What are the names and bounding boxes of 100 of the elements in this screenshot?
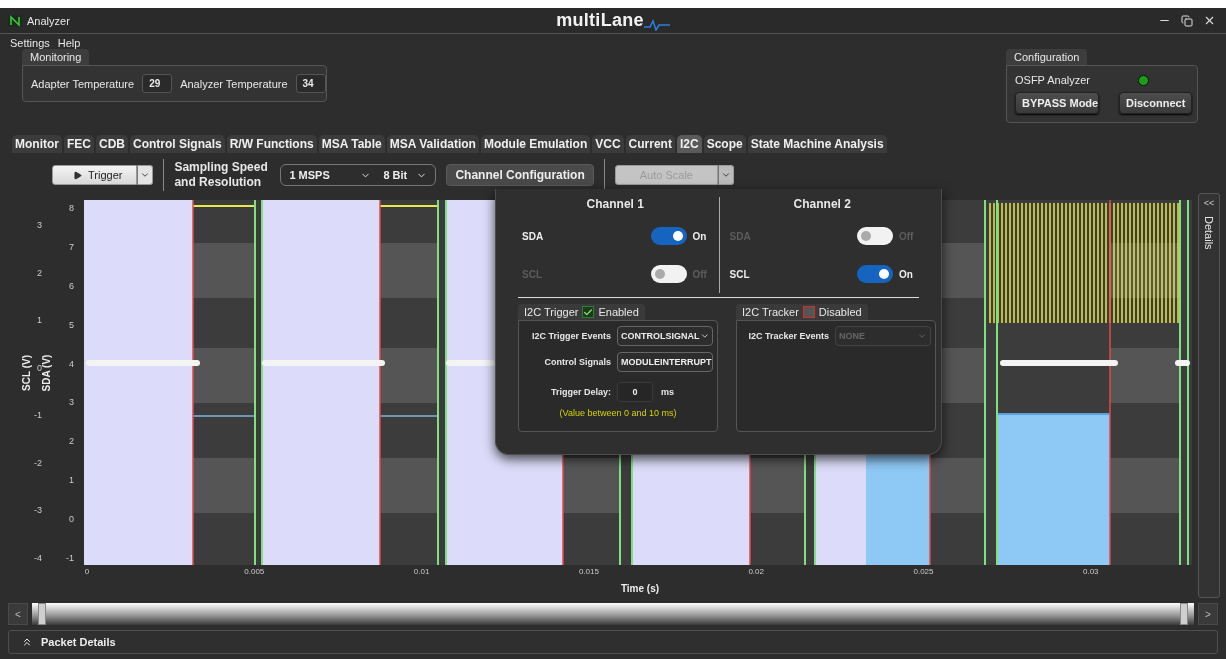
trigger-button[interactable]: Trigger (52, 165, 138, 185)
axis-title: SCL (V) (21, 355, 32, 391)
tab[interactable]: State Machine Analysis (747, 135, 887, 153)
group-title: I2C Tracker (742, 306, 799, 318)
signal-label: SCL (729, 268, 750, 280)
axis-tick-label: 1 (37, 315, 42, 326)
restore-button[interactable] (1179, 12, 1195, 29)
caret-icon (720, 170, 731, 180)
axis-tick-label: 6 (69, 280, 74, 291)
axis-tick-label: -1 (34, 410, 42, 421)
toggle-switch[interactable] (650, 227, 687, 245)
axis-tick-label: 3 (37, 220, 42, 230)
menu-item[interactable]: Settings (10, 37, 50, 49)
axis-tick-label: -2 (34, 457, 42, 468)
restore-icon (1181, 14, 1193, 27)
axis-tick-label: 7 (69, 241, 74, 252)
tab[interactable]: Current (625, 135, 675, 153)
axis-tick-label: 0.025 (913, 567, 934, 576)
value-field: 34 (295, 74, 326, 93)
group-title: I2C Trigger (524, 306, 579, 318)
number-input[interactable]: 0 (617, 382, 653, 402)
resolution-select[interactable]: 8 Bit (383, 169, 428, 181)
action-button[interactable]: Disconnect (1119, 92, 1193, 114)
channel-title: Channel 2 (792, 197, 852, 211)
scroll-left-button[interactable]: < (8, 603, 28, 625)
checkbox[interactable] (802, 306, 815, 318)
field-label: Analyzer Temperature (180, 77, 288, 90)
speed-select[interactable]: 1 MSPS (289, 169, 372, 181)
tab[interactable]: MSA Table (318, 135, 385, 153)
toggle-switch[interactable] (857, 265, 893, 283)
axis-tick-label: 0.015 (578, 567, 599, 576)
play-icon (73, 170, 82, 180)
axis-tick-label: 5 (69, 319, 74, 330)
field-label: I2C Trigger Events (531, 331, 611, 341)
axis-tick-label: 4 (69, 358, 74, 369)
dropdown-field[interactable]: CONTROLSIGNAL (617, 326, 713, 346)
logo-text: multiLane (556, 10, 644, 31)
axis-tick-label: 0.03 (1083, 567, 1099, 576)
double-chevron-icon (21, 636, 33, 648)
scroll-handle[interactable] (38, 603, 46, 625)
axis-tick-label: 0 (69, 514, 74, 525)
channel-title: Channel 1 (585, 197, 645, 211)
tab[interactable]: VCC (592, 135, 624, 153)
tab[interactable]: Module Emulation (480, 135, 591, 153)
axis-tick-label: 3 (69, 397, 74, 408)
axis-tick-label: 0.01 (413, 567, 430, 576)
field-label: Adapter Temperature (31, 77, 135, 90)
chevron-icon (917, 331, 927, 341)
caret-icon (140, 170, 151, 180)
axis-tick-label: 0 (37, 362, 42, 373)
group-title: Configuration (1006, 49, 1088, 65)
tab[interactable]: FEC (64, 135, 94, 153)
axis-tick-label: 2 (37, 267, 42, 278)
axis-tick-label: 2 (69, 436, 74, 447)
scrollbar-track[interactable] (32, 603, 1194, 625)
toggle-switch[interactable] (857, 227, 893, 245)
tab[interactable]: CDB (96, 135, 128, 153)
checkbox-label: Enabled (598, 306, 639, 318)
axis-tick-label: 0.005 (244, 567, 265, 576)
axis-title: Time (s) (620, 583, 660, 594)
tab[interactable]: MSA Validation (386, 135, 479, 153)
field-label: Control Signals (544, 357, 611, 367)
group-title: Monitoring (22, 49, 90, 65)
checkbox[interactable] (582, 306, 595, 318)
axis-tick-label: -1 (66, 553, 74, 563)
packet-details-expander[interactable]: Packet Details (8, 630, 1218, 654)
channel-configuration-button[interactable]: Channel Configuration (446, 164, 594, 186)
menu-item[interactable]: Help (57, 37, 81, 49)
chevron-icon (699, 331, 709, 341)
wave-icon (643, 19, 670, 31)
toggle-state: On (692, 230, 708, 242)
scroll-right-button[interactable]: > (1198, 603, 1218, 625)
hint-text: (Value between 0 and 10 ms) (559, 408, 677, 418)
field-label: Sampling Speed and Resolution (174, 160, 269, 190)
toggle-state: On (899, 268, 914, 280)
dropdown-button[interactable] (137, 165, 154, 185)
app-icon (8, 14, 22, 27)
device-label: OSFP Analyzer (1015, 74, 1090, 86)
action-button[interactable]: BYPASS Mode (1015, 92, 1099, 114)
axis-tick-label: 1 (69, 475, 74, 486)
field-label: Trigger Delay: (550, 387, 611, 397)
dropdown-field[interactable]: MODULEINTERRUPT (617, 352, 713, 372)
close-icon (1203, 14, 1216, 27)
toggle-switch[interactable] (650, 265, 687, 283)
axis-title: SDA (V) (41, 354, 52, 392)
tab[interactable]: R/W Functions (226, 135, 317, 153)
tab[interactable]: Monitor (12, 135, 62, 153)
field-label: I2C Tracker Events (748, 331, 829, 341)
unit-label: ms (661, 387, 674, 397)
window-title: Analyzer (27, 14, 70, 27)
collapse-button[interactable]: << (1203, 198, 1215, 208)
scroll-handle[interactable] (1180, 603, 1188, 625)
axis-tick-label: 0 (84, 567, 90, 576)
checkbox-label: Disabled (818, 306, 862, 318)
tab[interactable]: Control Signals (130, 135, 225, 153)
signal-label: SDA (522, 230, 544, 242)
tab[interactable]: I2C (676, 135, 702, 153)
axis-tick-label: 8 (69, 203, 74, 213)
tab[interactable]: Scope (703, 135, 746, 153)
panel-title: Details (1203, 216, 1215, 250)
